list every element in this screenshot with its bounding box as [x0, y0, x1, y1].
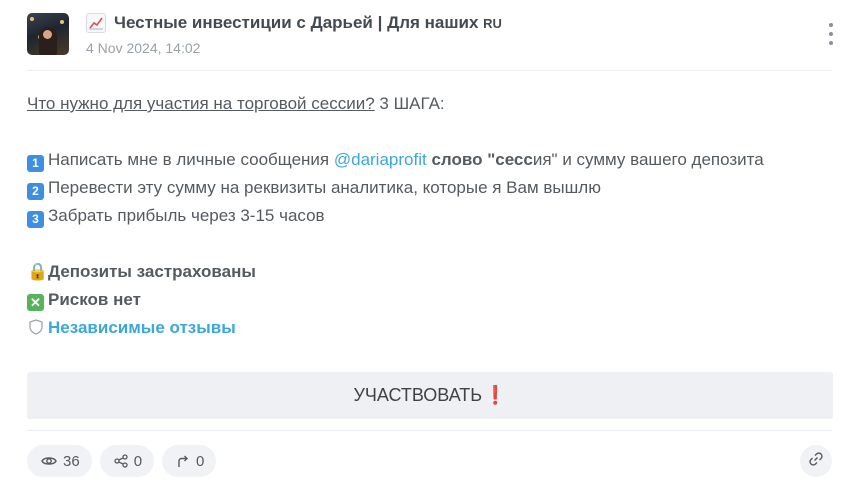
shares-count: 0	[133, 452, 143, 470]
reviews-link[interactable]: Независимые отзывы	[48, 318, 236, 337]
post-footer: 36 0 0	[27, 445, 217, 477]
channel-avatar[interactable]	[27, 13, 69, 55]
forward-icon	[176, 454, 190, 468]
channel-title-row: Честные инвестиции с Дарьей | Для наших …	[86, 13, 502, 33]
step-2: 2 Перевести эту сумму на реквизиты аналит…	[27, 174, 837, 202]
mention-link[interactable]: @dariaprofit	[334, 150, 427, 169]
keycap-2-icon: 2	[27, 183, 44, 200]
header-divider	[27, 70, 832, 71]
footer-divider	[27, 430, 832, 431]
forward-button[interactable]: 0	[162, 445, 217, 477]
chart-increasing-icon	[86, 13, 106, 33]
copy-link-button[interactable]	[800, 445, 832, 477]
channel-title[interactable]: Честные инвестиции с Дарьей | Для наших …	[114, 13, 502, 33]
feature-insured: 🔒Депозиты застрахованы	[27, 258, 837, 286]
shield-icon	[27, 314, 45, 342]
lock-icon: 🔒	[27, 262, 49, 281]
link-icon	[808, 451, 824, 472]
keycap-3-icon: 3	[27, 211, 44, 228]
participate-button[interactable]: УЧАСТВОВАТЬ ❗	[27, 372, 833, 419]
more-options-icon[interactable]	[828, 23, 834, 45]
views-count: 36	[63, 452, 80, 470]
eye-icon	[41, 455, 57, 467]
share-icon	[114, 454, 128, 468]
post-date: 4 Nov 2024, 14:02	[86, 40, 201, 56]
message-heading: Что нужно для участия на торговой сессии…	[27, 94, 445, 113]
cross-mark-icon: ✕	[27, 294, 44, 311]
step-3: 3 Забрать прибыль через 3-15 часов	[27, 202, 837, 230]
step-1: 1 Написать мне в личные сообщения @dariap…	[27, 146, 837, 174]
message-body: Что нужно для участия на торговой сессии…	[27, 90, 837, 342]
forwards-count: 0	[196, 452, 205, 470]
post-header: Честные инвестиции с Дарьей | Для наших …	[27, 13, 852, 57]
feature-reviews: Независимые отзывы	[27, 314, 837, 342]
feature-no-risk: ✕ Рисков нет	[27, 286, 837, 314]
views-counter[interactable]: 36	[27, 445, 92, 477]
heading-link[interactable]: Что нужно для участия на торговой сессии…	[27, 94, 375, 113]
share-button[interactable]: 0	[99, 445, 155, 477]
keycap-1-icon: 1	[27, 155, 44, 172]
exclamation-icon: ❗	[484, 385, 507, 405]
